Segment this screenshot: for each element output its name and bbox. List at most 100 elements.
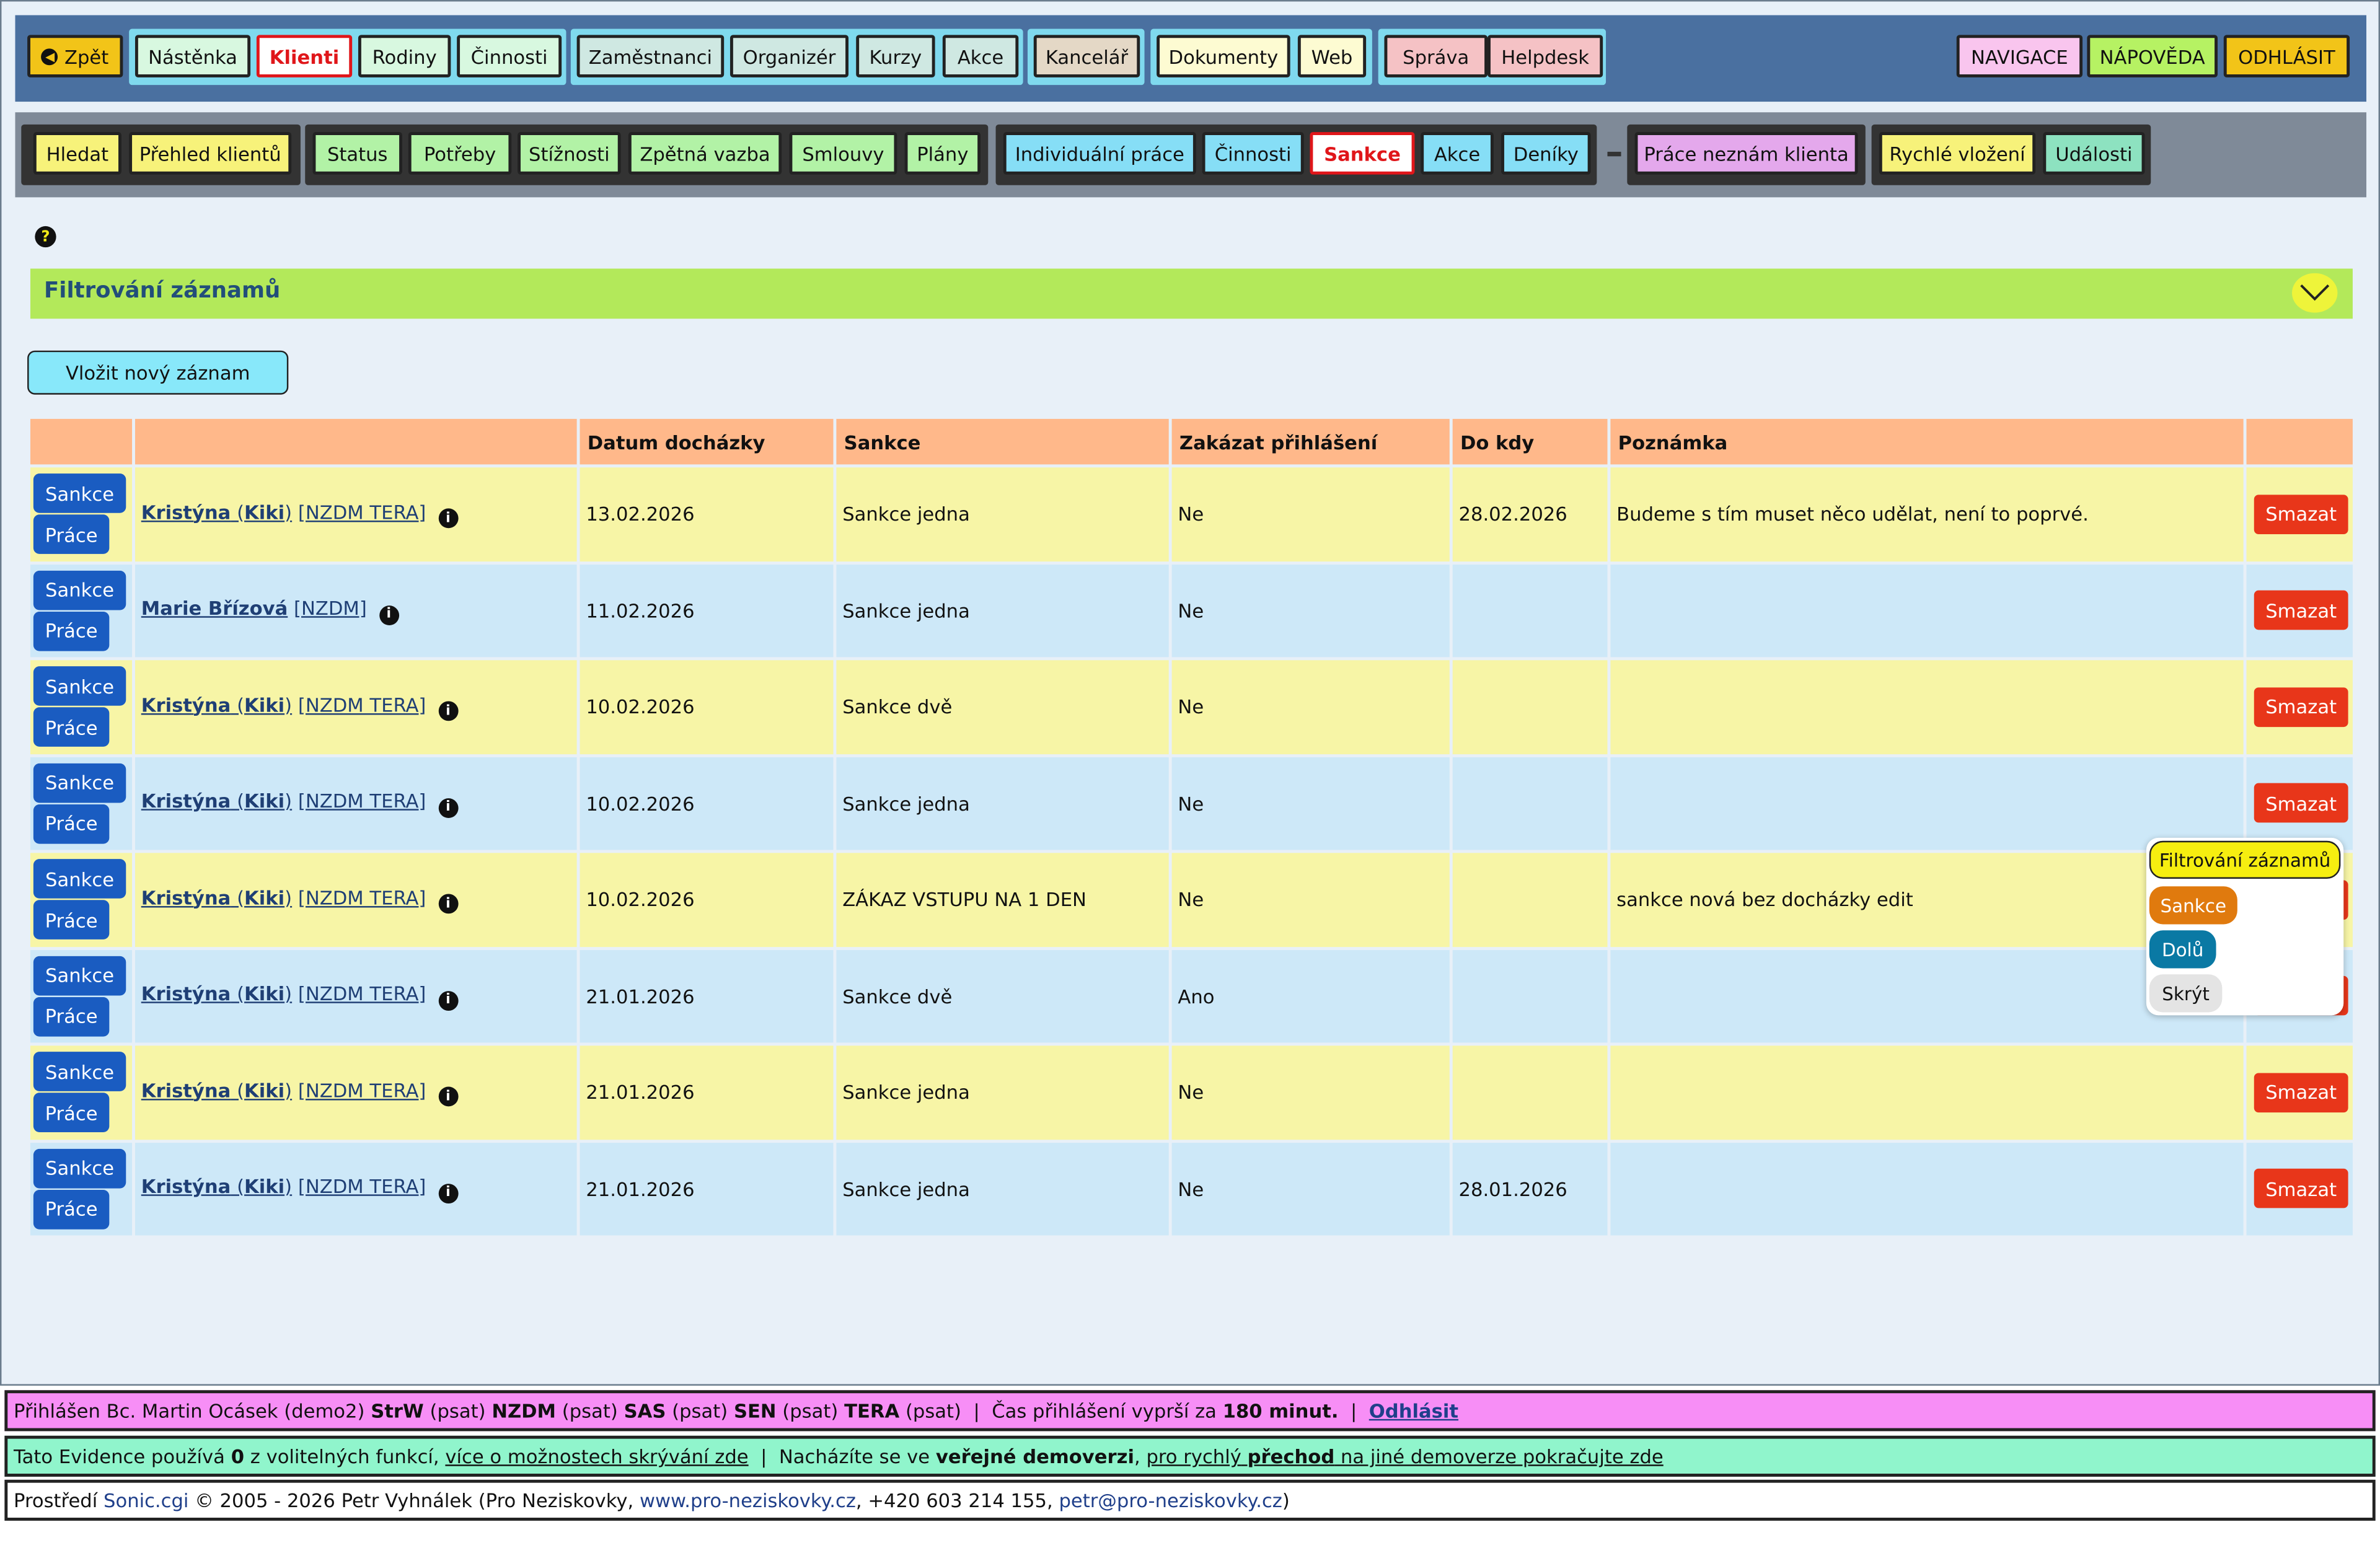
client-name-link[interactable]: Kristýna (Kiki) — [141, 693, 292, 716]
prace-button[interactable]: Práce — [33, 996, 110, 1037]
nav-kurzy[interactable]: Kurzy — [856, 35, 935, 77]
client-name-link[interactable]: Kristýna (Kiki) — [141, 982, 292, 1005]
subnav-prehled-klientu[interactable]: Přehled klientů — [129, 132, 292, 175]
nav-rodiny[interactable]: Rodiny — [358, 35, 451, 77]
client-tags[interactable]: [NZDM TERA] — [298, 1175, 426, 1198]
info-icon[interactable]: i — [438, 1086, 458, 1107]
question-icon[interactable]: ? — [35, 226, 56, 248]
header-delete — [2246, 418, 2353, 465]
info-icon[interactable]: i — [438, 508, 458, 529]
nav-web[interactable]: Web — [1297, 35, 1367, 77]
nav-organizer[interactable]: Organizér — [729, 35, 848, 77]
client-name-link[interactable]: Kristýna (Kiki) — [141, 1078, 292, 1101]
client-tags[interactable]: [NZDM TERA] — [298, 1078, 426, 1101]
filter-panel-header[interactable]: Filtrování záznamů — [30, 268, 2353, 319]
website-link[interactable]: www.pro-neziskovky.cz — [640, 1489, 856, 1511]
nav-dokumenty[interactable]: Dokumenty — [1157, 35, 1290, 77]
prace-button[interactable]: Práce — [33, 611, 110, 651]
sanction-cell: Sankce jedna — [836, 563, 1169, 658]
subnav-plany[interactable]: Plány — [904, 132, 981, 175]
nav-nastenka[interactable]: Nástěnka — [134, 35, 251, 77]
client-name-link[interactable]: Kristýna (Kiki) — [141, 500, 292, 523]
info-icon[interactable]: i — [438, 990, 458, 1010]
client-name-link[interactable]: Kristýna (Kiki) — [141, 1175, 292, 1198]
table-row: Sankce Práce Kristýna (Kiki) [NZDM TERA] i 2… — [30, 1045, 2353, 1139]
prace-button[interactable]: Práce — [33, 1189, 110, 1230]
prace-button[interactable]: Práce — [33, 900, 110, 940]
email-link[interactable]: petr@pro-neziskovky.cz — [1059, 1489, 1282, 1511]
nav-navigace-button[interactable]: NAVIGACE — [1956, 35, 2083, 77]
sankce-button[interactable]: Sankce — [33, 570, 126, 610]
context-filter-button[interactable]: Filtrování záznamů — [2149, 840, 2341, 879]
info-icon[interactable]: i — [438, 701, 458, 721]
client-tags[interactable]: [NZDM] — [294, 596, 367, 619]
table-row: Sankce Práce Kristýna (Kiki) [NZDM TERA] i 1… — [30, 660, 2353, 754]
subnav-status[interactable]: Status — [312, 132, 402, 175]
sankce-button[interactable]: Sankce — [33, 1052, 126, 1092]
nav-akce[interactable]: Akce — [942, 35, 1019, 77]
client-tags[interactable]: [NZDM TERA] — [298, 982, 426, 1005]
nav-sprava[interactable]: Správa — [1384, 35, 1488, 77]
subnav-udalosti[interactable]: Události — [2043, 132, 2145, 175]
nav-odhlasit-button[interactable]: ODHLÁSIT — [2223, 35, 2350, 77]
prace-button[interactable]: Práce — [33, 804, 110, 844]
subnav-stiznosti[interactable]: Stížnosti — [518, 132, 621, 175]
client-tags[interactable]: [NZDM TERA] — [298, 789, 426, 812]
delete-button[interactable]: Smazat — [2254, 687, 2348, 727]
nav-zamestnanci[interactable]: Zaměstnanci — [576, 35, 725, 77]
info-icon[interactable]: i — [379, 604, 399, 625]
sankce-button[interactable]: Sankce — [33, 859, 126, 899]
nav-kancelar[interactable]: Kancelář — [1033, 35, 1140, 77]
delete-button[interactable]: Smazat — [2254, 1072, 2348, 1112]
client-name-link[interactable]: Kristýna (Kiki) — [141, 789, 292, 812]
sankce-button[interactable]: Sankce — [33, 473, 126, 514]
demo-switch-link[interactable]: pro rychlý přechod na jiné demoverze pok… — [1146, 1445, 1663, 1467]
context-hide-button[interactable]: Skrýt — [2149, 974, 2223, 1013]
delete-button[interactable]: Smazat — [2254, 494, 2348, 534]
subnav-rychle-vlozeni[interactable]: Rychlé vložení — [1879, 132, 2036, 175]
nav-klienti[interactable]: Klienti — [256, 35, 353, 77]
delete-button[interactable]: Smazat — [2254, 591, 2348, 630]
subnav-cinnosti[interactable]: Činnosti — [1202, 132, 1304, 175]
client-tags[interactable]: [NZDM TERA] — [298, 693, 426, 716]
new-record-button[interactable]: Vložit nový záznam — [27, 350, 289, 395]
client-cell: Kristýna (Kiki) [NZDM TERA] i — [134, 660, 577, 754]
footer-logout-link[interactable]: Odhlásit — [1369, 1399, 1458, 1422]
client-tags[interactable]: [NZDM TERA] — [298, 500, 426, 523]
date-cell: 21.01.2026 — [580, 1142, 834, 1236]
subnav-zpetna-vazba[interactable]: Zpětná vazba — [628, 132, 782, 175]
info-icon[interactable]: i — [438, 1182, 458, 1203]
header-actions — [30, 418, 133, 465]
context-down-button[interactable]: Dolů — [2149, 930, 2216, 969]
chevron-down-icon[interactable] — [2291, 273, 2338, 313]
info-icon[interactable]: i — [438, 797, 458, 817]
sankce-button[interactable]: Sankce — [33, 956, 126, 995]
subnav-deniky[interactable]: Deníky — [1501, 132, 1591, 175]
prace-button[interactable]: Práce — [33, 1093, 110, 1133]
sonic-link[interactable]: Sonic.cgi — [104, 1489, 188, 1511]
nav-helpdesk[interactable]: Helpdesk — [1488, 35, 1603, 77]
context-sankce-button[interactable]: Sankce — [2149, 886, 2237, 925]
subnav-prace-neznam-klienta[interactable]: Práce neznám klienta — [1634, 132, 1858, 175]
sankce-button[interactable]: Sankce — [33, 1148, 126, 1188]
sankce-button[interactable]: Sankce — [33, 666, 126, 706]
prace-button[interactable]: Práce — [33, 707, 110, 747]
prace-button[interactable]: Práce — [33, 514, 110, 555]
client-name-link[interactable]: Kristýna (Kiki) — [141, 886, 292, 908]
delete-button[interactable]: Smazat — [2254, 1169, 2348, 1209]
info-icon[interactable]: i — [438, 894, 458, 914]
subnav-akce[interactable]: Akce — [1421, 132, 1494, 175]
nav-napoveda-button[interactable]: NÁPOVĚDA — [2087, 35, 2218, 77]
nav-cinnosti[interactable]: Činnosti — [457, 35, 562, 77]
subnav-individualni-prace[interactable]: Individuální práce — [1003, 132, 1196, 175]
client-name-link[interactable]: Marie Břízová — [141, 596, 288, 619]
subnav-hledat[interactable]: Hledat — [33, 132, 121, 175]
subnav-potreby[interactable]: Potřeby — [408, 132, 512, 175]
back-button[interactable]: ◀ Zpět — [27, 35, 123, 77]
hiding-info-link[interactable]: více o možnostech skrývání zde — [445, 1445, 748, 1467]
subnav-sankce[interactable]: Sankce — [1310, 132, 1415, 175]
subnav-smlouvy[interactable]: Smlouvy — [789, 132, 897, 175]
sankce-button[interactable]: Sankce — [33, 763, 126, 803]
client-tags[interactable]: [NZDM TERA] — [298, 886, 426, 908]
delete-button[interactable]: Smazat — [2254, 783, 2348, 823]
